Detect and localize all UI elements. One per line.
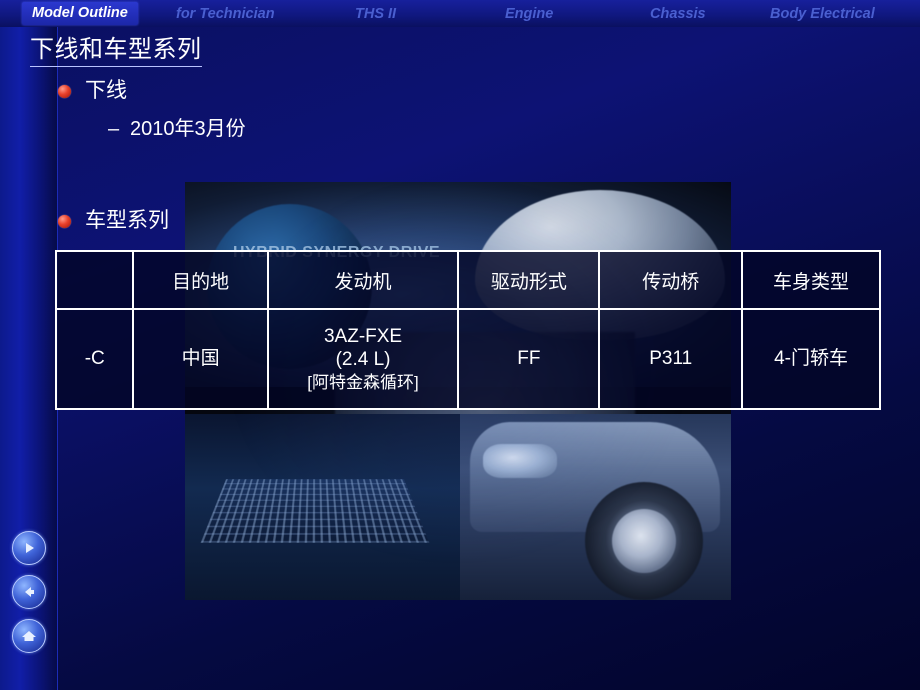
table-header: 目的地 发动机 驱动形式 传动桥 车身类型 [54, 250, 881, 310]
engine-cycle: [阿特金森循环] [307, 373, 419, 393]
table-cell-code: -C [54, 308, 135, 410]
bullet-dot-icon [58, 85, 71, 98]
top-navigation-bar: Model Outline for Technician THS II Engi… [0, 0, 920, 27]
table-cell-transaxle: P311 [598, 308, 744, 410]
photo-circuit-chips [200, 479, 430, 543]
table-row: -C 中国 3AZ-FXE (2.4 L) [阿特金森循环] FF P311 4… [54, 308, 881, 410]
photo-car-wheel [585, 482, 703, 600]
table-header-cell-destination: 目的地 [132, 250, 269, 310]
bullet-label-2: 车型系列 [85, 209, 169, 232]
bullet-dot-icon [58, 215, 71, 228]
nav-tab-engine[interactable]: Engine [505, 6, 553, 22]
engine-model: 3AZ-FXE [323, 325, 403, 347]
table-header-cell-transaxle: 传动桥 [598, 250, 744, 310]
nav-tab-model-outline[interactable]: Model Outline [22, 2, 138, 25]
bullet-item-2: 车型系列 [58, 208, 169, 234]
back-arrow-icon [25, 587, 34, 597]
page-title: 下线和车型系列 [30, 36, 202, 67]
nav-tab-for-technician[interactable]: for Technician [176, 6, 275, 22]
play-arrow-icon [26, 543, 34, 553]
table-body: -C 中国 3AZ-FXE (2.4 L) [阿特金森循环] FF P311 4… [54, 308, 881, 410]
sub-dash-marker: – [108, 118, 120, 140]
home-button[interactable] [12, 619, 46, 653]
table-header-cell-drive: 驱动形式 [457, 250, 601, 310]
table-header-cell-blank [54, 250, 135, 310]
table-header-cell-engine: 发动机 [266, 250, 460, 310]
table-cell-destination: 中国 [132, 308, 269, 410]
next-slide-button[interactable] [12, 531, 46, 565]
photo-car-headlight [483, 444, 557, 478]
nav-tab-ths-ii[interactable]: THS II [355, 6, 396, 22]
table-header-cell-body: 车身类型 [741, 250, 881, 310]
table-cell-engine: 3AZ-FXE (2.4 L) [阿特金森循环] [266, 308, 460, 410]
table-cell-drive: FF [457, 308, 601, 410]
engine-displacement: (2.4 L) [335, 349, 391, 371]
table-cell-body: 4-门轿车 [741, 308, 881, 410]
home-icon [22, 631, 36, 641]
bullet-item-1: 下线 [58, 78, 127, 104]
model-series-table: 目的地 发动机 驱动形式 传动桥 车身类型 -C 中国 3AZ-FXE (2.4… [54, 250, 881, 410]
bullet-subitem-1-text: 2010年3月份 [130, 118, 246, 140]
slide: HYBRID SYNERGY DRIVE Model Outline for T… [0, 0, 920, 690]
bullet-label-1: 下线 [85, 79, 127, 102]
nav-tab-chassis[interactable]: Chassis [650, 6, 706, 22]
table-header-row: 目的地 发动机 驱动形式 传动桥 车身类型 [54, 250, 881, 310]
nav-tab-body-electrical[interactable]: Body Electrical [770, 6, 875, 22]
previous-slide-button[interactable] [12, 575, 46, 609]
bullet-subitem-1: –2010年3月份 [108, 112, 246, 141]
